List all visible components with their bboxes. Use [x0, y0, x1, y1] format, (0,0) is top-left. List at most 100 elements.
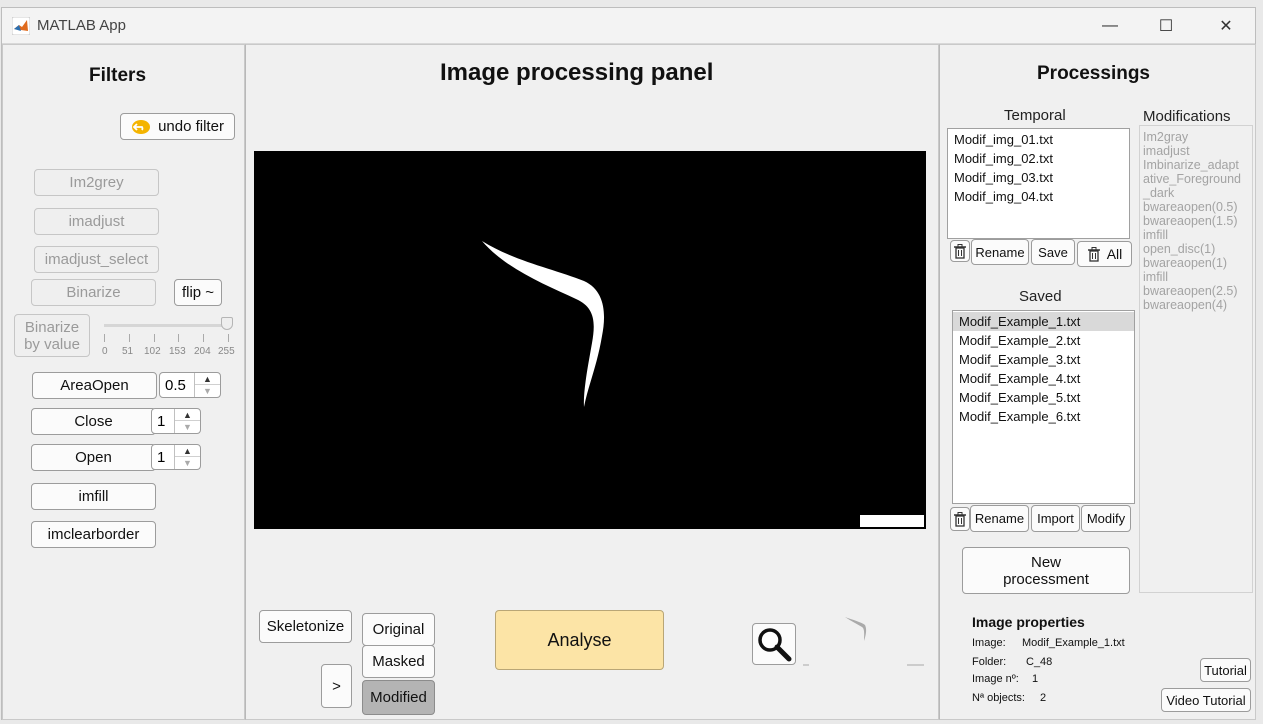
list-item: imadjust — [1143, 144, 1190, 158]
tick-label: 0 — [102, 346, 108, 357]
list-item[interactable]: Modif_img_01.txt — [948, 130, 1129, 149]
list-item[interactable]: Modif_Example_3.txt — [953, 350, 1134, 369]
areaopen-spinner[interactable]: 0.5 ▲ ▼ — [159, 372, 221, 398]
list-item: _dark — [1143, 186, 1175, 200]
spinner-up-arrow[interactable]: ▲ — [175, 409, 200, 421]
close-spinner[interactable]: 1 ▲ ▼ — [151, 408, 201, 434]
modifications-list[interactable]: Im2gray imadjust Imbinarize_adapt ative_… — [1139, 125, 1253, 593]
image-properties-heading: Image properties — [972, 614, 1085, 630]
list-item[interactable]: Modif_Example_2.txt — [953, 331, 1134, 350]
open-button[interactable]: Open — [31, 444, 156, 471]
temporal-list[interactable]: Modif_img_01.txt Modif_img_02.txt Modif_… — [947, 128, 1130, 239]
worm-mask-image — [482, 241, 924, 527]
imfill-button[interactable]: imfill — [31, 483, 156, 510]
new-processment-button[interactable]: New processment — [962, 547, 1130, 594]
slider-track — [104, 324, 228, 327]
panel-title: Image processing panel — [440, 59, 714, 86]
folder-value: C_48 — [1026, 656, 1053, 668]
list-item[interactable]: Modif_img_02.txt — [948, 149, 1129, 168]
zoom-button[interactable] — [752, 623, 796, 665]
list-item[interactable]: Modif_Example_5.txt — [953, 388, 1134, 407]
binarize-by-value-button[interactable]: Binarize by value — [14, 314, 90, 357]
image-label: Image: — [972, 637, 1006, 649]
objects-label: Nª objects: — [972, 692, 1025, 704]
original-view-button[interactable]: Original — [362, 613, 435, 646]
slider-thumb[interactable] — [221, 317, 233, 330]
saved-label: Saved — [1019, 288, 1062, 305]
import-button[interactable]: Import — [1031, 505, 1080, 532]
imadjust-button[interactable]: imadjust — [34, 208, 159, 235]
list-item: open_disc(1) — [1143, 242, 1216, 256]
undo-icon — [132, 119, 151, 134]
list-item: bwareaopen(1.5) — [1143, 214, 1238, 228]
list-item: bwareaopen(1) — [1143, 256, 1228, 270]
window-title: MATLAB App — [37, 17, 126, 34]
tick-label: 204 — [194, 346, 211, 357]
list-item: bwareaopen(0.5) — [1143, 200, 1238, 214]
analyse-button[interactable]: Analyse — [495, 610, 664, 670]
close-button[interactable]: Close — [31, 408, 156, 435]
modify-button[interactable]: Modify — [1081, 505, 1131, 532]
matlab-icon — [12, 17, 30, 35]
list-item[interactable]: Modif_Example_1.txt — [953, 312, 1134, 331]
filters-heading: Filters — [89, 65, 147, 86]
image-number-label: Image nº: — [972, 673, 1019, 685]
thumbnail-image — [803, 617, 924, 666]
spinner-up-arrow[interactable]: ▲ — [175, 445, 200, 457]
trash-icon — [954, 511, 966, 527]
list-item: imfill — [1143, 270, 1168, 284]
imadjust-select-button[interactable]: imadjust_select — [34, 246, 159, 273]
open-spinner[interactable]: 1 ▲ ▼ — [151, 444, 201, 470]
list-item: bwareaopen(4) — [1143, 298, 1228, 312]
spinner-down-arrow[interactable]: ▼ — [195, 385, 220, 397]
maximize-button[interactable]: ☐ — [1152, 14, 1180, 38]
masked-view-button[interactable]: Masked — [362, 645, 435, 678]
minimize-button[interactable]: — — [1096, 14, 1124, 38]
skeletonize-button[interactable]: Skeletonize — [259, 610, 352, 643]
binarize-button[interactable]: Binarize — [31, 279, 156, 306]
next-arrow-button[interactable]: > — [321, 664, 352, 708]
slider-ticks — [104, 334, 229, 342]
rename-saved-button[interactable]: Rename — [970, 505, 1029, 532]
im2grey-button[interactable]: Im2grey — [34, 169, 159, 196]
tick-label: 255 — [218, 346, 235, 357]
spinner-down-arrow[interactable]: ▼ — [175, 421, 200, 433]
save-button[interactable]: Save — [1031, 239, 1075, 265]
tick-label: 153 — [169, 346, 186, 357]
temporal-label: Temporal — [1004, 107, 1066, 124]
tutorial-button[interactable]: Tutorial — [1200, 658, 1251, 682]
spinner-down-arrow[interactable]: ▼ — [175, 457, 200, 469]
list-item: imfill — [1143, 228, 1168, 242]
title-bar: MATLAB App — ☐ ✕ — [2, 8, 1255, 44]
saved-list[interactable]: Modif_Example_1.txt Modif_Example_2.txt … — [952, 310, 1135, 504]
objects-value: 2 — [1040, 692, 1047, 704]
list-item[interactable]: Modif_img_03.txt — [948, 168, 1129, 187]
modifications-label: Modifications — [1143, 108, 1231, 125]
rename-temporal-button[interactable]: Rename — [971, 239, 1029, 265]
delete-temporal-button[interactable] — [950, 240, 970, 262]
tick-label: 51 — [122, 346, 134, 357]
trash-icon — [1087, 246, 1100, 262]
video-tutorial-button[interactable]: Video Tutorial — [1161, 688, 1251, 712]
list-item[interactable]: Modif_img_04.txt — [948, 187, 1129, 206]
list-item[interactable]: Modif_Example_6.txt — [953, 407, 1134, 426]
thumbnail-preview[interactable] — [803, 597, 925, 667]
list-item: Imbinarize_adapt — [1143, 158, 1239, 172]
list-item[interactable]: Modif_Example_4.txt — [953, 369, 1134, 388]
trash-icon — [954, 243, 966, 259]
spinner-up-arrow[interactable]: ▲ — [195, 373, 220, 385]
delete-all-button[interactable]: All — [1077, 241, 1132, 267]
undo-filter-button[interactable]: undo filter — [120, 113, 235, 140]
threshold-slider[interactable]: 0 51 102 153 204 255 — [100, 316, 240, 360]
close-window-button[interactable]: ✕ — [1212, 14, 1240, 38]
image-display[interactable] — [254, 151, 926, 529]
flip-button[interactable]: flip ~ — [174, 279, 222, 306]
imclearborder-button[interactable]: imclearborder — [31, 521, 156, 548]
areaopen-button[interactable]: AreaOpen — [32, 372, 157, 399]
list-item: bwareaopen(2.5) — [1143, 284, 1238, 298]
folder-label: Folder: — [972, 656, 1007, 668]
image-value: Modif_Example_1.txt — [1022, 637, 1125, 649]
modified-view-button[interactable]: Modified — [362, 680, 435, 715]
processings-heading: Processings — [1037, 63, 1150, 84]
delete-saved-button[interactable] — [950, 507, 970, 531]
